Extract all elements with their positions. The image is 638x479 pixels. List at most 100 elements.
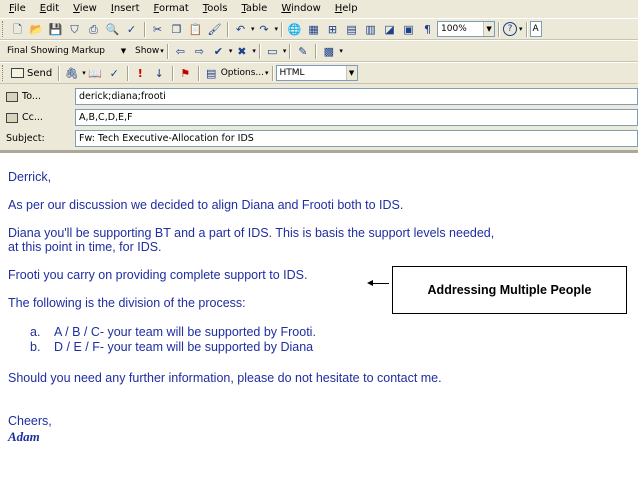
menu-view[interactable]: View bbox=[66, 0, 104, 18]
low-importance-icon[interactable]: ↓ bbox=[151, 65, 168, 81]
spelling-icon[interactable]: ✓ bbox=[123, 21, 140, 37]
reviewing-pane-icon[interactable]: ▩ bbox=[320, 43, 337, 59]
font-combo-partial[interactable]: A bbox=[529, 21, 542, 37]
new-document-icon[interactable]: 🗋 bbox=[9, 21, 26, 37]
send-button[interactable]: Send bbox=[8, 68, 55, 79]
cc-field[interactable]: A,B,C,D,E,F bbox=[75, 109, 638, 126]
toolbar-separator bbox=[166, 43, 168, 59]
reviewing-pane-dropdown-icon[interactable]: ▾ bbox=[339, 47, 343, 55]
save-icon[interactable]: 💾 bbox=[47, 21, 64, 37]
menu-format[interactable]: Format bbox=[147, 0, 196, 18]
print-preview-icon[interactable]: 🔍 bbox=[104, 21, 121, 37]
email-greeting: Derrick, bbox=[8, 170, 52, 184]
reject-change-icon[interactable]: ✖ bbox=[233, 43, 250, 59]
reviewing-toolbar: Final Showing Markup ▼ Show ▾ ⇦ ⇨ ✔ ▾ ✖ ▾ ▭… bbox=[0, 40, 638, 62]
display-for-review-combo[interactable]: Final Showing Markup ▼ bbox=[3, 43, 130, 59]
redo-dropdown-icon[interactable]: ▾ bbox=[275, 25, 279, 33]
help-icon[interactable]: ? bbox=[503, 22, 518, 36]
email-toolbar: Send 🖇 ▾ 📖 ✓ ! ↓ ⚑ ▤ Options... ▾ HTML ▼ bbox=[0, 62, 638, 84]
toolbar-grip[interactable] bbox=[2, 21, 5, 37]
redo-icon[interactable]: ↷ bbox=[256, 21, 273, 37]
attach-icon[interactable]: 🖇 bbox=[63, 65, 80, 81]
reject-dropdown-icon[interactable]: ▾ bbox=[252, 47, 256, 55]
next-change-icon[interactable]: ⇨ bbox=[191, 43, 208, 59]
toolbar-separator bbox=[525, 21, 527, 37]
show-hide-icon[interactable]: ¶ bbox=[419, 21, 436, 37]
toolbar-separator bbox=[271, 65, 273, 81]
flag-icon[interactable]: ⚑ bbox=[177, 65, 194, 81]
options-dropdown-icon[interactable]: ▾ bbox=[265, 69, 269, 77]
undo-icon[interactable]: ↶ bbox=[232, 21, 249, 37]
options-button[interactable]: ▤ Options... bbox=[202, 65, 264, 81]
zoom-combo[interactable]: 100% ▼ bbox=[437, 21, 496, 37]
track-changes-icon[interactable]: ✎ bbox=[294, 43, 311, 59]
help-dropdown-icon[interactable]: ▾ bbox=[519, 25, 523, 33]
to-button[interactable]: To... bbox=[0, 91, 72, 102]
chevron-down-icon[interactable]: ▼ bbox=[118, 44, 129, 58]
chevron-down-icon: ▾ bbox=[160, 47, 164, 55]
menu-file[interactable]: File bbox=[0, 0, 33, 18]
undo-dropdown-icon[interactable]: ▾ bbox=[251, 25, 255, 33]
menu-edit[interactable]: Edit bbox=[33, 0, 66, 18]
toolbar-separator bbox=[126, 65, 128, 81]
accept-dropdown-icon[interactable]: ▾ bbox=[229, 47, 233, 55]
toolbar-separator bbox=[227, 21, 228, 37]
annotation-callout: Addressing Multiple People bbox=[392, 266, 627, 314]
list-item-marker: b. bbox=[30, 340, 41, 354]
menu-window[interactable]: Window bbox=[274, 0, 327, 18]
toolbar-separator bbox=[258, 43, 260, 59]
attach-dropdown-icon[interactable]: ▾ bbox=[82, 69, 86, 77]
previous-change-icon[interactable]: ⇦ bbox=[172, 43, 189, 59]
chevron-down-icon[interactable]: ▼ bbox=[483, 22, 495, 36]
menu-insert[interactable]: Insert bbox=[104, 0, 147, 18]
drawing-icon[interactable]: ◪ bbox=[381, 21, 398, 37]
toolbar-separator bbox=[289, 43, 291, 59]
insert-table-icon[interactable]: ⊞ bbox=[324, 21, 341, 37]
columns-icon[interactable]: ▥ bbox=[362, 21, 379, 37]
show-label: Show bbox=[135, 46, 160, 56]
cc-button[interactable]: Cc... bbox=[0, 112, 72, 123]
cc-row: Cc... A,B,C,D,E,F bbox=[0, 107, 638, 128]
paste-icon[interactable]: 📋 bbox=[187, 21, 204, 37]
to-label: To... bbox=[22, 91, 41, 102]
comment-dropdown-icon[interactable]: ▾ bbox=[283, 47, 287, 55]
email-paragraph-4: The following is the division of the pro… bbox=[8, 296, 246, 310]
toolbar-separator bbox=[197, 65, 199, 81]
hyperlink-icon[interactable]: 🌐 bbox=[286, 21, 303, 37]
open-folder-icon[interactable]: 📂 bbox=[28, 21, 45, 37]
tables-borders-icon[interactable]: ▦ bbox=[305, 21, 322, 37]
envelope-icon bbox=[11, 68, 24, 78]
menu-table[interactable]: Table bbox=[234, 0, 274, 18]
accept-change-icon[interactable]: ✔ bbox=[210, 43, 227, 59]
toolbar-separator bbox=[498, 21, 500, 37]
copy-icon[interactable]: ❐ bbox=[168, 21, 185, 37]
high-importance-icon[interactable]: ! bbox=[132, 65, 149, 81]
address-book-icon[interactable]: 📖 bbox=[87, 65, 104, 81]
to-field[interactable]: derick;diana;frooti bbox=[75, 88, 638, 105]
callout-text: Addressing Multiple People bbox=[427, 283, 592, 297]
insert-excel-icon[interactable]: ▤ bbox=[343, 21, 360, 37]
toolbar-separator bbox=[144, 21, 145, 37]
email-body[interactable]: Derrick, As per our discussion we decide… bbox=[0, 153, 638, 479]
format-painter-icon[interactable]: 🖌 bbox=[206, 21, 223, 37]
callout-arrow bbox=[367, 280, 389, 287]
insert-comment-icon[interactable]: ▭ bbox=[264, 43, 281, 59]
chevron-down-icon[interactable]: ▼ bbox=[345, 66, 357, 80]
toolbar-separator bbox=[315, 43, 317, 59]
subject-row: Subject: Fw: Tech Executive-Allocation f… bbox=[0, 128, 638, 149]
check-names-icon[interactable]: ✓ bbox=[106, 65, 123, 81]
email-paragraph-1: As per our discussion we decided to alig… bbox=[8, 198, 404, 212]
permission-icon[interactable]: ⛉ bbox=[66, 21, 83, 37]
menu-bar: File Edit View Insert Format Tools Table… bbox=[0, 0, 638, 18]
menu-tools[interactable]: Tools bbox=[196, 0, 235, 18]
toolbar-grip[interactable] bbox=[2, 65, 5, 81]
menu-help[interactable]: Help bbox=[328, 0, 365, 18]
message-format-combo[interactable]: HTML ▼ bbox=[275, 65, 358, 81]
cut-icon[interactable]: ✂ bbox=[149, 21, 166, 37]
print-icon[interactable]: ⎙ bbox=[85, 21, 102, 37]
email-signature: Adam bbox=[8, 429, 40, 444]
subject-label: Subject: bbox=[6, 133, 45, 144]
show-menu-button[interactable]: Show ▾ bbox=[135, 46, 164, 56]
subject-field[interactable]: Fw: Tech Executive-Allocation for IDS bbox=[75, 130, 638, 147]
document-map-icon[interactable]: ▣ bbox=[400, 21, 417, 37]
